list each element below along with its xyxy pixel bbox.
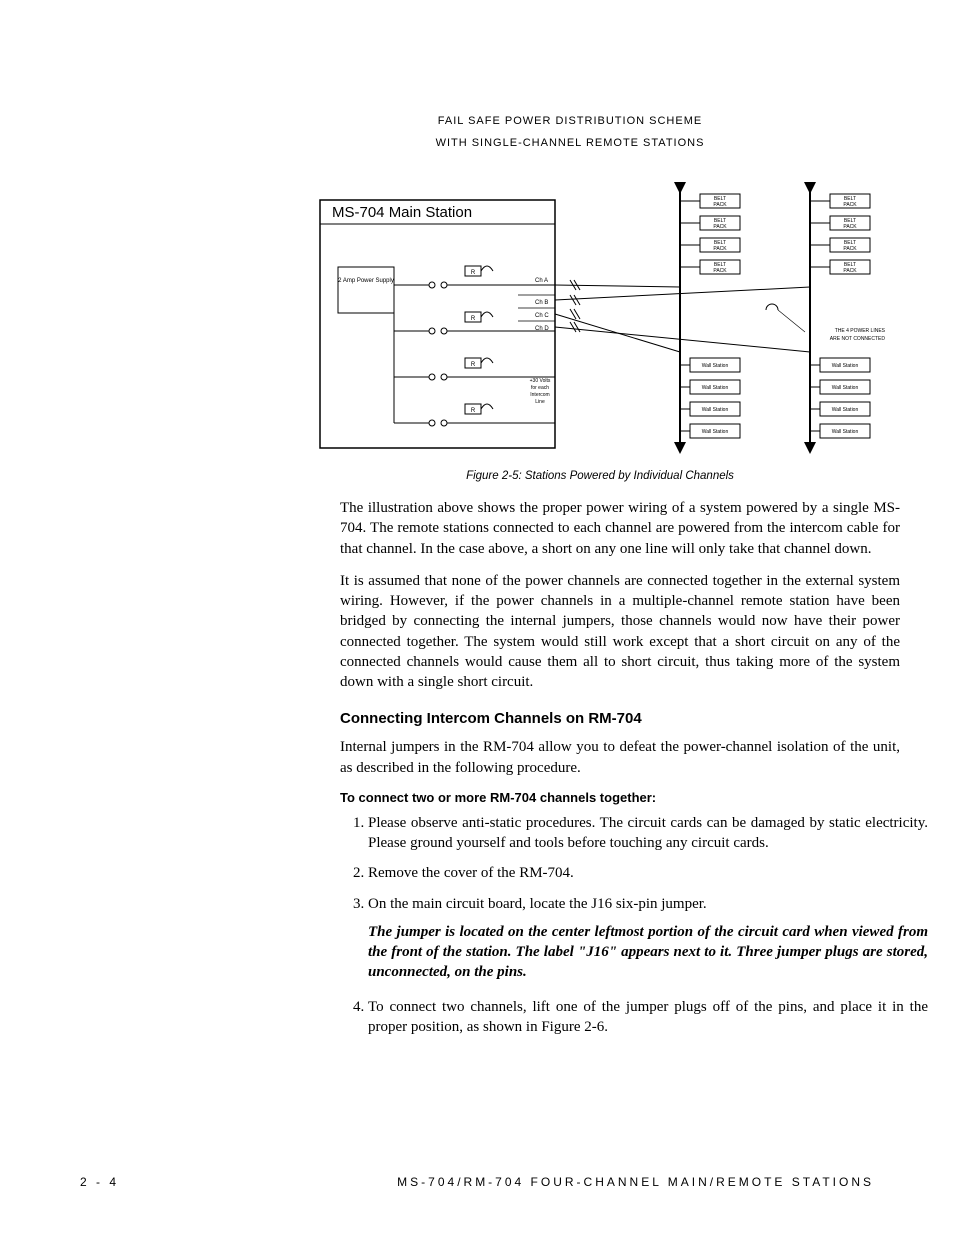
- svg-text:Ch A: Ch A: [535, 278, 548, 284]
- list-item: To connect two channels, lift one of the…: [368, 997, 928, 1038]
- procedure-subhead: To connect two or more RM-704 channels t…: [340, 790, 900, 805]
- svg-text:PACK: PACK: [713, 202, 727, 208]
- svg-text:PACK: PACK: [843, 268, 857, 274]
- body-text: The illustration above shows the proper …: [340, 498, 900, 692]
- svg-text:Wall Station: Wall Station: [702, 407, 729, 413]
- svg-text:Wall Station: Wall Station: [832, 429, 859, 435]
- paragraph: The illustration above shows the proper …: [340, 498, 900, 559]
- svg-text:Intercom: Intercom: [530, 392, 549, 398]
- list-item: Remove the cover of the RM-704.: [368, 863, 928, 883]
- svg-text:PACK: PACK: [843, 246, 857, 252]
- svg-text:Line: Line: [535, 399, 545, 405]
- header-line: FAIL SAFE POWER DISTRIBUTION SCHEME: [310, 110, 830, 132]
- figure-caption: Figure 2-5: Stations Powered by Individu…: [310, 470, 890, 482]
- step-text: To connect two channels, lift one of the…: [368, 999, 928, 1035]
- svg-text:THE 4 POWER LINES: THE 4 POWER LINES: [835, 328, 886, 334]
- section-heading: Connecting Intercom Channels on RM-704: [340, 710, 900, 727]
- svg-text:R: R: [471, 316, 476, 322]
- svg-text:R: R: [471, 408, 476, 414]
- header-line: WITH SINGLE-CHANNEL REMOTE STATIONS: [310, 132, 830, 154]
- svg-text:PACK: PACK: [713, 268, 727, 274]
- page: FAIL SAFE POWER DISTRIBUTION SCHEME WITH…: [0, 0, 954, 1235]
- svg-text:+30 Volts: +30 Volts: [530, 378, 551, 384]
- figure: MS-704 Main Station 2 Amp Power Supply R…: [310, 182, 890, 482]
- step-text: On the main circuit board, locate the J1…: [368, 896, 707, 912]
- section-intro: Internal jumpers in the RM-704 allow you…: [340, 737, 900, 778]
- svg-text:Wall Station: Wall Station: [832, 363, 859, 369]
- main-station-title: MS-704 Main Station: [332, 204, 472, 221]
- step-text: Remove the cover of the RM-704.: [368, 865, 574, 881]
- footer-title: MS-704/RM-704 FOUR-CHANNEL MAIN/REMOTE S…: [397, 1175, 874, 1189]
- svg-text:R: R: [471, 362, 476, 368]
- belt-pack-group: BELT PACK BELT PACK BELT PACK BELT PACK: [680, 194, 870, 274]
- diagram-svg: MS-704 Main Station 2 Amp Power Supply R…: [310, 182, 890, 462]
- svg-text:Ch D: Ch D: [535, 326, 549, 332]
- svg-text:PACK: PACK: [843, 202, 857, 208]
- list-item: Please observe anti-static procedures. T…: [368, 813, 928, 854]
- figure-header: FAIL SAFE POWER DISTRIBUTION SCHEME WITH…: [310, 110, 830, 154]
- ps-label: 2 Amp Power Supply: [338, 278, 394, 284]
- page-number: 2 - 4: [80, 1175, 119, 1189]
- step-note: The jumper is located on the center left…: [368, 922, 928, 983]
- svg-text:PACK: PACK: [843, 224, 857, 230]
- paragraph: Internal jumpers in the RM-704 allow you…: [340, 737, 900, 778]
- svg-text:Wall Station: Wall Station: [702, 385, 729, 391]
- svg-text:Wall Station: Wall Station: [702, 363, 729, 369]
- paragraph: It is assumed that none of the power cha…: [340, 571, 900, 693]
- svg-text:Wall Station: Wall Station: [832, 385, 859, 391]
- svg-text:Ch C: Ch C: [535, 313, 549, 319]
- svg-text:R: R: [471, 270, 476, 276]
- svg-text:PACK: PACK: [713, 246, 727, 252]
- svg-text:for each: for each: [531, 385, 549, 391]
- step-text: Please observe anti-static procedures. T…: [368, 815, 928, 851]
- svg-text:Wall Station: Wall Station: [702, 429, 729, 435]
- svg-text:ARE NOT CONNECTED: ARE NOT CONNECTED: [830, 336, 886, 342]
- footer: 2 - 4 MS-704/RM-704 FOUR-CHANNEL MAIN/RE…: [80, 1175, 874, 1189]
- procedure-list: Please observe anti-static procedures. T…: [340, 813, 928, 1037]
- svg-text:Ch B: Ch B: [535, 300, 548, 306]
- wall-station-group: Wall Station Wall Station Wall Station W…: [680, 358, 870, 438]
- svg-text:Wall Station: Wall Station: [832, 407, 859, 413]
- list-item: On the main circuit board, locate the J1…: [368, 894, 928, 983]
- svg-text:PACK: PACK: [713, 224, 727, 230]
